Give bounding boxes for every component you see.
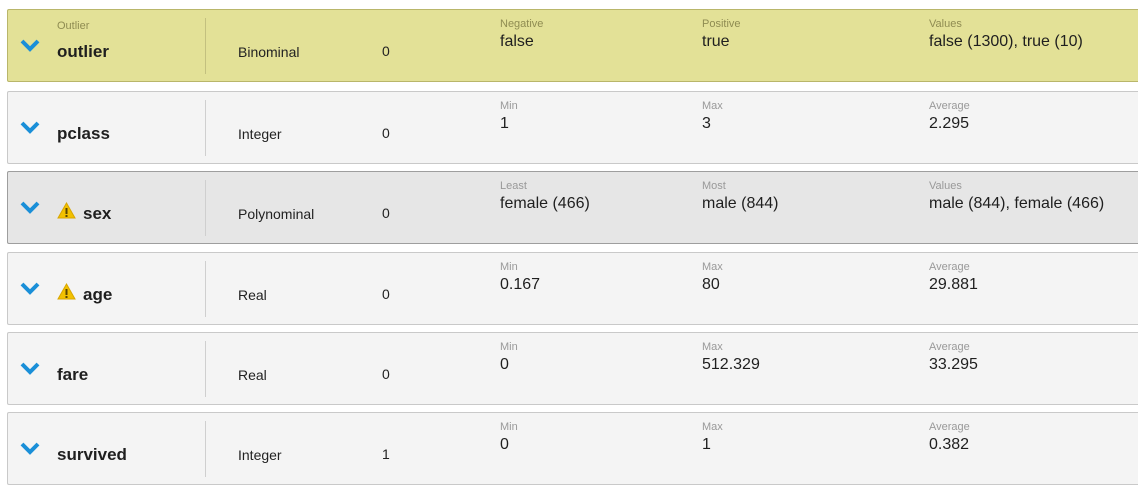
stat-value: false: [500, 33, 534, 50]
chevron-down-icon[interactable]: [19, 199, 41, 215]
stat-least: Least female (466): [500, 180, 590, 214]
chevron-down-icon[interactable]: [19, 360, 41, 376]
stat-label: Average: [929, 421, 970, 433]
stat-value: female (466): [500, 195, 590, 212]
attribute-type: Integer: [238, 126, 282, 142]
column-divider: [205, 180, 206, 236]
stat-value: 0: [500, 356, 509, 373]
stat-label: Max: [702, 100, 723, 112]
missing-count: 0: [382, 125, 390, 141]
stat-value: 512.329: [702, 356, 760, 373]
attribute-list: Outlier outlier Binominal 0 Negative fal…: [0, 0, 1138, 494]
stat-positive: Positive true: [702, 18, 741, 52]
stat-most: Most male (844): [702, 180, 778, 214]
stat-label: Least: [500, 180, 527, 192]
stat-value: 0: [500, 436, 509, 453]
stat-value: male (844): [702, 195, 779, 212]
stat-min: Min 0: [500, 421, 518, 455]
warning-icon: [57, 283, 76, 300]
stat-value: 80: [702, 276, 720, 293]
missing-count: 0: [382, 366, 390, 382]
column-divider: [205, 18, 206, 74]
attribute-row-pclass[interactable]: pclass Integer 0 Min 1 Max 3 Average 2.2…: [7, 91, 1138, 164]
stat-average: Average 2.295: [929, 100, 970, 134]
stat-average: Average 33.295: [929, 341, 978, 375]
stat-value: 1: [500, 115, 509, 132]
stat-label: Most: [702, 180, 726, 192]
attribute-row-survived[interactable]: survived Integer 1 Min 0 Max 1 Average 0…: [7, 412, 1138, 485]
attribute-row-sex[interactable]: sex Polynominal 0 Least female (466) Mos…: [7, 171, 1138, 244]
stat-value: false (1300), true (10): [929, 33, 1083, 50]
stat-label: Min: [500, 100, 518, 112]
attribute-row-age[interactable]: age Real 0 Min 0.167 Max 80 Average 29.8…: [7, 252, 1138, 325]
stat-label: Max: [702, 261, 723, 273]
missing-count: 0: [382, 205, 390, 221]
stat-negative: Negative false: [500, 18, 543, 52]
attribute-name: sex: [83, 204, 112, 223]
stat-label: Average: [929, 341, 970, 353]
stat-min: Min 0.167: [500, 261, 540, 295]
chevron-down-icon[interactable]: [19, 280, 41, 296]
stat-label: Min: [500, 261, 518, 273]
attribute-type: Polynominal: [238, 206, 315, 222]
chevron-down-icon[interactable]: [19, 37, 41, 53]
stat-min: Min 0: [500, 341, 518, 375]
attribute-type: Integer: [238, 447, 282, 463]
stat-value: 3: [702, 115, 711, 132]
stat-value: 0.382: [929, 436, 970, 453]
stat-label: Average: [929, 100, 970, 112]
attribute-row-fare[interactable]: fare Real 0 Min 0 Max 512.329 Average 33…: [7, 332, 1138, 405]
stat-label: Negative: [500, 18, 544, 30]
stat-min: Min 1: [500, 100, 518, 134]
stat-value: 2.295: [929, 115, 970, 132]
stat-max: Max 1: [702, 421, 723, 455]
chevron-down-icon[interactable]: [19, 119, 41, 135]
stat-value: true: [702, 33, 730, 50]
column-divider: [205, 341, 206, 397]
stat-value: 1: [702, 436, 711, 453]
attribute-name: age: [83, 285, 113, 304]
stat-max: Max 512.329: [702, 341, 760, 375]
stat-label: Min: [500, 341, 518, 353]
stat-max: Max 80: [702, 261, 723, 295]
stat-values: Values male (844), female (466): [929, 180, 1104, 214]
stat-label: Min: [500, 421, 518, 433]
column-divider: [205, 261, 206, 317]
attribute-role: Outlier: [57, 20, 90, 32]
stat-label: Max: [702, 341, 723, 353]
stat-label: Average: [929, 261, 970, 273]
stat-label: Max: [702, 421, 723, 433]
attribute-name: pclass: [57, 124, 110, 143]
attribute-type: Binominal: [238, 44, 300, 60]
missing-count: 0: [382, 286, 390, 302]
attribute-name: outlier: [57, 42, 109, 61]
attribute-type: Real: [238, 367, 267, 383]
stat-value: 0.167: [500, 276, 541, 293]
warning-icon: [57, 202, 76, 219]
stat-label: Values: [929, 180, 962, 192]
stat-label: Positive: [702, 18, 741, 30]
attribute-row-outlier[interactable]: Outlier outlier Binominal 0 Negative fal…: [7, 9, 1138, 82]
missing-count: 0: [382, 43, 390, 59]
stat-value: male (844), female (466): [929, 195, 1105, 212]
column-divider: [205, 100, 206, 156]
missing-count: 1: [382, 446, 390, 462]
stat-value: 29.881: [929, 276, 978, 293]
stat-average: Average 29.881: [929, 261, 978, 295]
stat-label: Values: [929, 18, 962, 30]
stat-average: Average 0.382: [929, 421, 970, 455]
attribute-name: fare: [57, 365, 89, 384]
chevron-down-icon[interactable]: [19, 440, 41, 456]
stat-value: 33.295: [929, 356, 978, 373]
attribute-type: Real: [238, 287, 267, 303]
attribute-name: survived: [57, 445, 127, 464]
stat-values: Values false (1300), true (10): [929, 18, 1083, 52]
stat-max: Max 3: [702, 100, 723, 134]
column-divider: [205, 421, 206, 477]
